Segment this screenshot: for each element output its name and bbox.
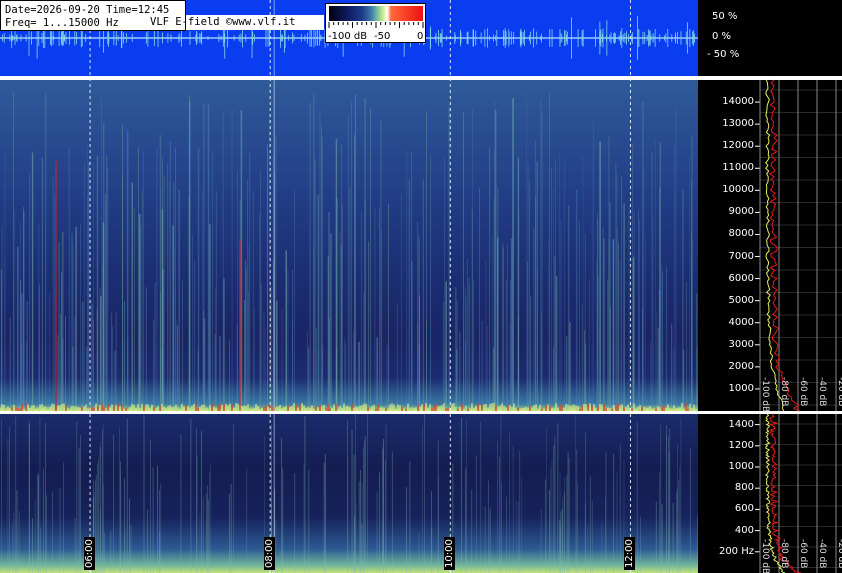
frequency-tick-label: 12000 [722,140,754,152]
frequency-tick-label: 2000 [728,360,754,372]
db-tick-label: -20 dB [836,539,842,569]
frequency-tick-label: 10000 [722,184,754,196]
db-tick-label: -20 dB [836,377,842,407]
frequency-tick-label: 200 Hz [718,545,754,557]
db-tick-label: -40 dB [817,539,827,569]
db-tick-label: -100 dB [760,539,770,573]
frequency-tick-label: 1200 [728,439,754,451]
frequency-tick-label: 1400 [728,418,754,430]
db-tick-label: -80 dB [779,377,789,407]
frequency-tick-label: 1000 [728,382,754,394]
frequency-tick-label: 8000 [728,228,754,240]
db-tick-label: -60 dB [798,377,808,407]
frequency-tick-label: 9000 [728,206,754,218]
frequency-tick-label: 6000 [728,272,754,284]
percent-label: 0 % [712,31,732,42]
percent-label: - 50 % [707,49,740,60]
percent-label: 50 % [712,11,738,22]
y-axis-upper: 1000 2000 3000 4000 5000 6000 7000 8000 9000 1000… [698,80,754,411]
frequency-tick-label: 7000 [728,250,754,262]
vlf-spectrogram-screen: Date=2026-09-20 Time=12:45 Freq= 1...150… [0,0,842,573]
db-tick-label: -100 dB [760,377,770,413]
db-tick-label: -40 dB [817,377,827,407]
time-tick-label: 08:00 [264,537,276,570]
db-tick-label: -80 dB [779,539,789,569]
frequency-tick-label: 600 [734,503,754,515]
time-tick-label: 10:00 [444,537,456,570]
db-axis-upper: -100 dB -80 dB -60 dB -40 dB -20 dB [754,80,842,413]
frequency-tick-label: 4000 [728,316,754,328]
time-tick-label: 12:00 [624,537,636,570]
frequency-tick-label: 5000 [728,294,754,306]
time-axis: 06:00 08:00 10:00 12:00 [0,0,698,573]
db-tick-label: -60 dB [798,539,808,569]
frequency-tick-label: 14000 [722,96,754,108]
frequency-tick-label: 400 [734,524,754,536]
frequency-tick-label: 11000 [722,162,754,174]
frequency-tick-label: 3000 [728,338,754,350]
frequency-tick-label: 13000 [722,118,754,130]
db-axis-lower: -100 dB -80 dB -60 dB -40 dB -20 dB [754,414,842,573]
frequency-tick-label: 800 [734,482,754,494]
y-axis-lower: 200 Hz 400 600 800 1000 1200 1400 [698,414,754,573]
time-tick-label: 06:00 [84,537,96,570]
frequency-tick-label: 1000 [728,461,754,472]
